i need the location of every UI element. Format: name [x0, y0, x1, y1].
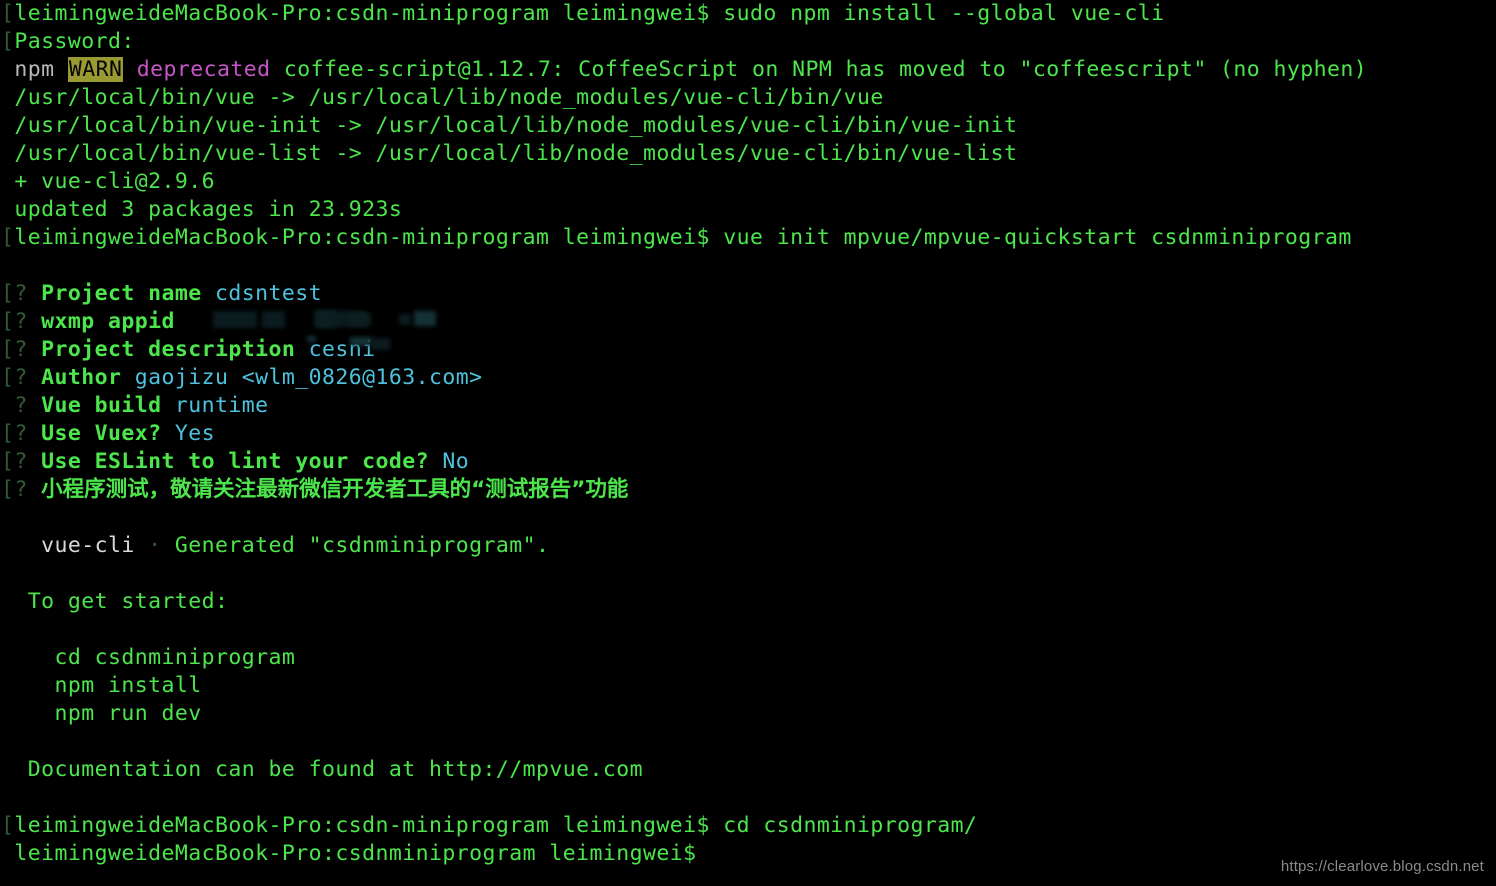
prompt-marker-0: [?	[1, 281, 28, 306]
prompt-row-use-eslint: [? Use ESLint to lint your code? No	[0, 448, 1496, 476]
prompt-question-4: Vue build	[41, 393, 162, 418]
generated-message: Generated "csdnminiprogram".	[174, 533, 550, 558]
command-text-1: sudo npm install --global vue-cli	[723, 1, 1165, 26]
prompt-answer-3: gaojizu <wlm_0826@163.com>	[134, 365, 483, 390]
prompt-bracket-3: [	[1, 225, 15, 250]
prompt-host-3: leimingweideMacBook-Pro:csdn-miniprogram…	[14, 813, 710, 838]
password-prompt: Password:	[14, 29, 135, 54]
npm-label: npm	[14, 57, 55, 82]
redacted-appid-overlay	[0, 308, 1496, 336]
watermark: https://clearlove.blog.csdn.net	[1280, 858, 1484, 875]
next-step-cd: cd csdnminiprogram	[54, 645, 296, 670]
prompt-marker-5: [?	[1, 421, 28, 446]
command-1	[710, 1, 723, 26]
symlink-vue-path: /usr/local/bin/vue -> /usr/local/lib/nod…	[14, 85, 884, 110]
terminal-line-password: [Password:	[0, 28, 1496, 56]
prompt-row-notice-cjk: [? 小程序测试，敬请关注最新微信开发者工具的“测试报告”功能	[0, 476, 1496, 504]
warn-badge: WARN	[67, 57, 124, 82]
prompt-marker-7: [?	[1, 477, 28, 502]
terminal-line-documentation: Documentation can be found at http://mpv…	[0, 756, 1496, 784]
terminal-line-to-get-started: To get started:	[0, 588, 1496, 616]
prompt-answer-6: No	[442, 449, 470, 474]
terminal-line-prompt-1: [leimingweideMacBook-Pro:csdn-miniprogra…	[0, 0, 1496, 28]
prompt-question-0: Project name	[41, 281, 202, 306]
to-get-started-heading: To get started:	[27, 589, 229, 614]
prompt-row-use-vuex: [? Use Vuex? Yes	[0, 420, 1496, 448]
terminal-line-symlink-vue: /usr/local/bin/vue -> /usr/local/lib/nod…	[0, 84, 1496, 112]
symlink-vue-list-path: /usr/local/bin/vue-list -> /usr/local/li…	[14, 141, 1018, 166]
prompt-bracket-4: [	[1, 813, 15, 838]
prompt-row-project-description: [? Project description cesni	[0, 336, 1496, 364]
prompt-row-project-name: [? Project name cdsntest	[0, 280, 1496, 308]
prompt-question-6: Use ESLint to lint your code?	[41, 449, 429, 474]
installed-package-version: + vue-cli@2.9.6	[14, 169, 215, 194]
terminal-line-prompt-2: [leimingweideMacBook-Pro:csdn-miniprogra…	[0, 224, 1496, 252]
prompt-question-2: Project description	[41, 337, 296, 362]
terminal-line-generated: vue-cli · Generated "csdnminiprogram".	[0, 532, 1496, 560]
prompt-question-5: Use Vuex?	[41, 421, 162, 446]
terminal-line-symlink-vue-init: /usr/local/bin/vue-init -> /usr/local/li…	[0, 112, 1496, 140]
terminal-line-symlink-vue-list: /usr/local/bin/vue-list -> /usr/local/li…	[0, 140, 1496, 168]
terminal-line-cmd-npm-install: npm install	[0, 672, 1496, 700]
terminal-line-npm-warn: npm WARN deprecated coffee-script@1.12.7…	[0, 56, 1496, 84]
prompt-marker-6: [?	[1, 449, 28, 474]
prompt-question-7: 小程序测试，敬请关注最新微信开发者工具的“测试报告”功能	[41, 477, 629, 502]
deprecated-message: coffee-script@1.12.7: CoffeeScript on NP…	[283, 57, 1368, 82]
prompt-answer-2: cesni	[308, 337, 376, 362]
terminal-line-updated-summary: updated 3 packages in 23.923s	[0, 196, 1496, 224]
deprecated-label: deprecated	[136, 57, 271, 82]
prompt-bracket-2: [	[1, 29, 15, 54]
prompt-host-1: leimingweideMacBook-Pro:csdn-miniprogram…	[14, 1, 710, 26]
vue-cli-label: vue-cli	[41, 533, 135, 558]
next-step-npm-install: npm install	[54, 673, 202, 698]
prompt-answer-4: runtime	[174, 393, 269, 418]
prompt-bracket: [	[1, 1, 15, 26]
prompt-marker-1: [?	[1, 309, 28, 334]
prompt-answer-5: Yes	[174, 421, 215, 446]
terminal-line-cmd-cd: cd csdnminiprogram	[0, 644, 1496, 672]
updated-packages-summary: updated 3 packages in 23.923s	[14, 197, 403, 222]
prompt-question-1: wxmp appid	[41, 309, 175, 334]
prompt-row-author: [? Author gaojizu <wlm_0826@163.com>	[0, 364, 1496, 392]
prompt-row-vue-build: ? Vue build runtime	[0, 392, 1496, 420]
command-text-2: vue init mpvue/mpvue-quickstart csdnmini…	[723, 225, 1352, 250]
command-text-3: cd csdnminiprogram/	[723, 813, 978, 838]
prompt-marker-2: [?	[1, 337, 28, 362]
symlink-vue-init-path: /usr/local/bin/vue-init -> /usr/local/li…	[14, 113, 1018, 138]
terminal-window: [leimingweideMacBook-Pro:csdn-miniprogra…	[0, 0, 1496, 886]
documentation-link-text: Documentation can be found at http://mpv…	[27, 757, 643, 782]
terminal-line-installed-version: + vue-cli@2.9.6	[0, 168, 1496, 196]
prompt-answer-0: cdsntest	[215, 281, 322, 306]
terminal-line-cmd-npm-run-dev: npm run dev	[0, 700, 1496, 728]
terminal-line-prompt-4[interactable]: leimingweideMacBook-Pro:csdnminiprogram …	[0, 840, 1496, 868]
prompt-host-2: leimingweideMacBook-Pro:csdn-miniprogram…	[14, 225, 710, 250]
prompt-host-4: leimingweideMacBook-Pro:csdnminiprogram …	[14, 841, 697, 866]
prompt-row-wxmp-appid: [? wxmp appid	[0, 308, 1496, 336]
next-step-npm-run-dev: npm run dev	[54, 701, 202, 726]
middot-separator: ·	[148, 533, 162, 558]
terminal-line-prompt-3: [leimingweideMacBook-Pro:csdn-miniprogra…	[0, 812, 1496, 840]
